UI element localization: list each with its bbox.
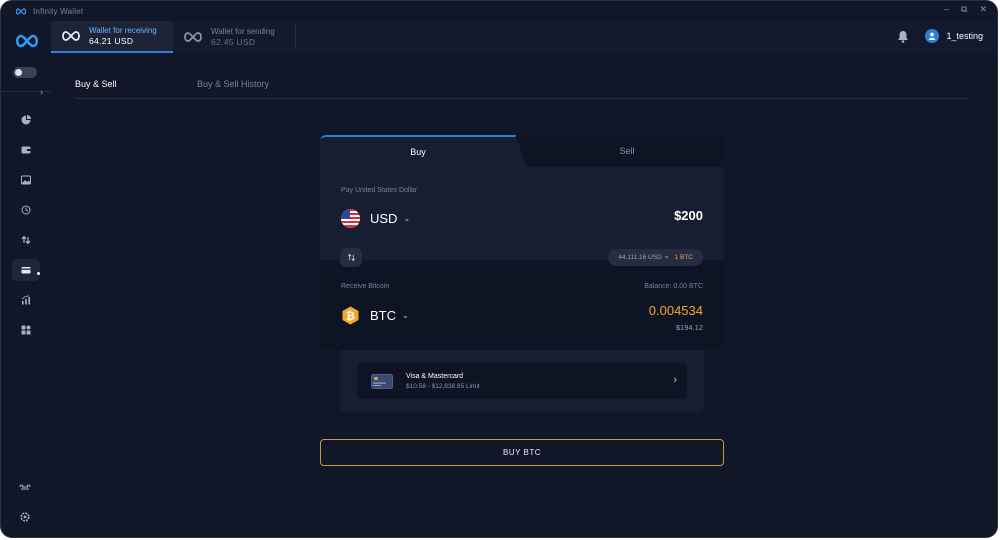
buy-btc-button[interactable]: BUY BTC (320, 439, 724, 466)
svg-text:₿: ₿ (346, 311, 355, 323)
image-icon (21, 175, 31, 185)
pay-currency-select[interactable]: USD ⌄ (341, 209, 410, 228)
swap-arrows-icon (347, 253, 355, 262)
pay-currency-code: USD (370, 211, 398, 226)
wallet-tab-sending[interactable]: Wallet for sending 62.45 USD (173, 21, 295, 53)
rate-equals: = (664, 254, 669, 261)
wallet-balance: 64.21 USD (89, 35, 134, 46)
trade-card: Buy Sell Pay United States Dollar USD ⌄ … (320, 135, 724, 350)
app-title: Infinity Wallet (33, 6, 84, 16)
wallet-info: Wallet for sending 62.45 USD (211, 27, 275, 48)
top-header: Wallet for receiving 64.21 USD Wallet fo… (51, 21, 997, 53)
receive-label: Receive Bitcoin (341, 283, 390, 290)
tab-buy-sell[interactable]: Buy & Sell (75, 79, 117, 89)
wallet-info: Wallet for receiving 64.21 USD (89, 26, 157, 47)
user-icon (929, 32, 936, 40)
avatar (925, 29, 940, 43)
payment-method-section: Visa & Mastercard $10.58 - $12,838.85 Li… (340, 350, 704, 412)
receive-usd-value: $194.12 (675, 323, 703, 332)
history-icon (21, 205, 31, 215)
nav-nft[interactable] (12, 169, 40, 191)
page-tabs: Buy & Sell Buy & Sell History (75, 79, 969, 99)
buy-sell-toggle: Buy Sell (320, 135, 724, 167)
tab-sell[interactable]: Sell (530, 135, 724, 167)
wallet-name: Wallet for receiving (89, 25, 157, 35)
exchange-icon (21, 235, 31, 245)
app-window: Infinity Wallet – ⧉ ✕ › Wallet for recei… (0, 0, 998, 538)
receive-amount: 0.004534 (648, 303, 703, 318)
nav-history[interactable] (12, 199, 40, 221)
payment-method-title: Visa & Mastercard (406, 373, 464, 380)
toggle-knob (15, 69, 22, 76)
infinity-logo-small-icon (15, 7, 27, 15)
rate-crypto: 1 BTC (674, 254, 693, 261)
nav-markets[interactable] (12, 289, 40, 311)
user-name: 1_testing (946, 31, 983, 41)
receive-currency-select[interactable]: ₿ BTC ⌄ (341, 306, 409, 325)
credit-card-icon (21, 267, 31, 274)
nav-apps[interactable] (12, 319, 40, 341)
wallet-icon (21, 146, 31, 154)
nav-wallets[interactable] (12, 139, 40, 161)
receive-currency-code: BTC (370, 308, 396, 323)
infinity-wallet-icon (184, 32, 202, 42)
payment-method-limit: $10.58 - $12,838.85 Limit (406, 383, 480, 390)
header-separator (295, 25, 296, 49)
sidebar-divider (1, 91, 51, 92)
payment-method-option[interactable]: Visa & Mastercard $10.58 - $12,838.85 Li… (357, 363, 687, 399)
restore-button[interactable]: ⧉ (961, 4, 967, 15)
exchange-rate-badge: 44,111.16 USD = 1 BTC (608, 249, 703, 266)
sidebar: › (1, 21, 51, 537)
minimize-button[interactable]: – (944, 4, 949, 15)
bar-chart-icon (21, 295, 30, 305)
bell-icon[interactable] (897, 30, 909, 43)
user-menu[interactable]: 1_testing (925, 29, 983, 43)
btc-balance: Balance: 0.00 BTC (644, 283, 703, 290)
us-flag-icon (341, 209, 360, 228)
wallet-balance: 62.45 USD (211, 36, 256, 47)
close-button[interactable]: ✕ (979, 4, 987, 15)
swap-button[interactable] (340, 248, 362, 267)
chevron-right-icon: › (673, 374, 677, 386)
tab-buy[interactable]: Buy (320, 135, 516, 167)
gear-icon[interactable] (19, 511, 31, 523)
pie-chart-icon (21, 115, 31, 125)
window-controls: – ⧉ ✕ (944, 4, 987, 15)
tab-slope (515, 135, 527, 167)
privacy-toggle[interactable] (13, 67, 37, 78)
chevron-down-icon: ⌄ (403, 214, 411, 223)
rate-fiat: 44,111.16 USD (618, 254, 662, 261)
tab-buy-sell-history[interactable]: Buy & Sell History (197, 79, 269, 89)
bank-card-icon (371, 374, 393, 389)
nav-dashboard[interactable] (12, 109, 40, 131)
nav-buy-sell[interactable] (12, 259, 40, 281)
active-indicator-dot (37, 272, 40, 275)
infinity-wallet-icon (62, 31, 80, 41)
pay-amount[interactable]: $200 (674, 208, 703, 223)
apps-icon (21, 325, 31, 335)
pay-label: Pay United States Dollar (341, 187, 418, 194)
wallet-name: Wallet for sending (211, 26, 275, 36)
chevron-down-icon: ⌄ (402, 311, 409, 320)
infinity-logo-icon (15, 34, 39, 48)
main-content: Buy & Sell Buy & Sell History Buy Sell P… (51, 53, 997, 537)
sidebar-collapse-button[interactable]: › (40, 87, 43, 97)
wallet-tab-receiving[interactable]: Wallet for receiving 64.21 USD (51, 21, 173, 53)
link-icon[interactable] (19, 481, 31, 493)
title-bar: Infinity Wallet – ⧉ ✕ (1, 1, 997, 21)
bitcoin-icon: ₿ (342, 306, 359, 325)
nav-exchange[interactable] (12, 229, 40, 251)
